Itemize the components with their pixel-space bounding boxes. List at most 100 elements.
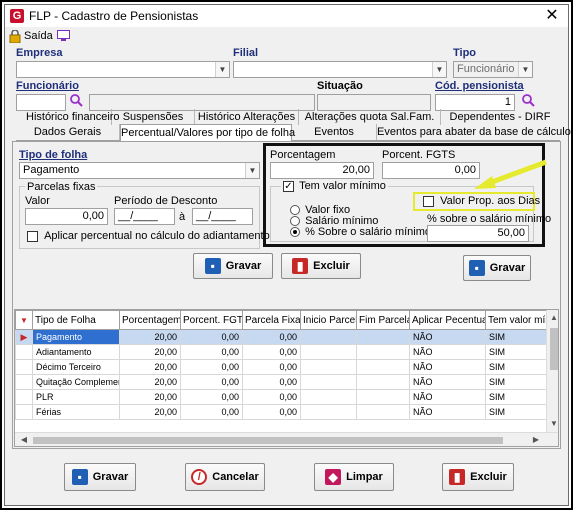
table-cell[interactable]	[356, 404, 410, 420]
tab-historico-financeiro[interactable]: Histórico financeiro	[26, 109, 120, 125]
valor-prop-dias-checkbox[interactable]	[423, 195, 434, 207]
table-cell[interactable]: NÃO	[409, 329, 486, 345]
grid-horizontal-scrollbar[interactable]: ◀ ▶	[15, 432, 558, 446]
table-cell[interactable]: 0,00	[242, 344, 301, 360]
table-cell[interactable]: NÃO	[409, 404, 486, 420]
tipo-folha-select[interactable]: Pagamento ▼	[19, 162, 260, 179]
table-cell[interactable]: SIM	[485, 359, 550, 375]
table-cell[interactable]: 20,00	[119, 344, 181, 360]
table-cell[interactable]	[356, 344, 410, 360]
table-row[interactable]: PLR 20,00 0,00 0,00 NÃO SIM	[15, 389, 550, 405]
footer-limpar-button[interactable]: ◆ Limpar	[314, 463, 394, 491]
porcent-fgts-input[interactable]: 0,00	[382, 162, 480, 179]
aplicar-percentual-checkbox[interactable]	[27, 230, 38, 242]
table-cell[interactable]	[300, 344, 357, 360]
table-cell[interactable]: Quitação Complementar	[32, 374, 120, 390]
column-header[interactable]: Tem valor mín	[485, 310, 550, 330]
search-icon[interactable]	[69, 93, 83, 107]
table-cell[interactable]	[356, 374, 410, 390]
table-cell[interactable]: 0,00	[242, 389, 301, 405]
scroll-right-icon[interactable]: ▶	[529, 433, 543, 446]
column-header[interactable]: Porcent. FGTS	[180, 310, 243, 330]
table-cell[interactable]: Pagamento	[32, 329, 120, 345]
valor-fixo-radio[interactable]	[290, 205, 300, 216]
monitor-icon[interactable]	[57, 30, 70, 41]
table-row[interactable]: Décimo Terceiro 20,00 0,00 0,00 NÃO SIM	[15, 359, 550, 375]
valor-input[interactable]: 0,00	[25, 208, 108, 225]
scroll-left-icon[interactable]: ◀	[17, 433, 31, 446]
row-indicator[interactable]	[15, 359, 33, 375]
table-cell[interactable]: 0,00	[180, 374, 243, 390]
sort-indicator-icon[interactable]: ▼	[15, 310, 33, 330]
table-cell[interactable]: NÃO	[409, 374, 486, 390]
periodo-fim-input[interactable]: __/____	[192, 208, 253, 225]
scroll-thumb[interactable]	[33, 437, 503, 444]
row-indicator[interactable]	[15, 389, 33, 405]
exit-button[interactable]: Saída	[24, 30, 53, 42]
column-header[interactable]: Inicio Parcela	[300, 310, 357, 330]
table-cell[interactable]: SIM	[485, 389, 550, 405]
filial-select[interactable]: ▼	[233, 61, 447, 78]
table-cell[interactable]: Décimo Terceiro	[32, 359, 120, 375]
title-bar[interactable]: G FLP - Cadastro de Pensionistas ✕	[5, 5, 568, 27]
tab-eventos-abater[interactable]: Eventos para abater da base de cálculo	[377, 124, 571, 140]
pct-sobre-salario-minimo-input[interactable]: 50,00	[427, 225, 529, 242]
gravar-button[interactable]: ▪ Gravar	[193, 253, 273, 279]
table-row[interactable]: Férias 20,00 0,00 0,00 NÃO SIM	[15, 404, 550, 420]
table-cell[interactable]: NÃO	[409, 389, 486, 405]
table-cell[interactable]: NÃO	[409, 344, 486, 360]
periodo-inicio-input[interactable]: __/____	[114, 208, 175, 225]
table-cell[interactable]: 0,00	[180, 329, 243, 345]
table-cell[interactable]: SIM	[485, 374, 550, 390]
table-cell[interactable]: Férias	[32, 404, 120, 420]
row-indicator[interactable]	[15, 404, 33, 420]
table-cell[interactable]	[300, 329, 357, 345]
tab-dados-gerais[interactable]: Dados Gerais	[16, 124, 120, 140]
table-cell[interactable]	[300, 404, 357, 420]
chevron-down-icon[interactable]: ▼	[245, 163, 259, 178]
footer-excluir-button[interactable]: ▮ Excluir	[442, 463, 514, 491]
scroll-thumb[interactable]	[550, 328, 558, 370]
table-row[interactable]: ▶ Pagamento 20,00 0,00 0,00 NÃO SIM	[15, 329, 550, 345]
table-cell[interactable]	[300, 374, 357, 390]
tab-alteracoes-quota[interactable]: Alterações quota Sal.Fam.	[299, 109, 441, 125]
tem-valor-minimo-checkbox[interactable]: ✓	[283, 180, 294, 192]
gravar-percentual-button[interactable]: ▪ Gravar	[463, 255, 531, 281]
row-pointer-icon[interactable]: ▶	[15, 329, 33, 345]
tab-dependentes-dirf[interactable]: Dependentes - DIRF	[441, 109, 559, 125]
table-cell[interactable]	[356, 359, 410, 375]
chevron-down-icon[interactable]: ▼	[518, 62, 532, 77]
row-indicator[interactable]	[15, 374, 33, 390]
table-cell[interactable]: 20,00	[119, 329, 181, 345]
column-header[interactable]: Tipo de Folha	[32, 310, 120, 330]
table-cell[interactable]: 20,00	[119, 404, 181, 420]
footer-cancelar-button[interactable]: / Cancelar	[185, 463, 265, 491]
table-cell[interactable]: 0,00	[180, 359, 243, 375]
table-cell[interactable]: 0,00	[242, 404, 301, 420]
table-cell[interactable]: Adiantamento	[32, 344, 120, 360]
empresa-select[interactable]: ▼	[16, 61, 230, 78]
pct-sobre-salario-radio[interactable]	[290, 227, 300, 238]
tab-eventos[interactable]: Eventos	[292, 124, 377, 140]
table-cell[interactable]: 20,00	[119, 389, 181, 405]
table-cell[interactable]: 0,00	[180, 404, 243, 420]
table-row[interactable]: Quitação Complementar20,000,000,00NÃOSIM	[15, 374, 550, 390]
table-cell[interactable]: 20,00	[119, 359, 181, 375]
column-header[interactable]: Parcela Fixa	[242, 310, 301, 330]
excluir-button[interactable]: ▮ Excluir	[281, 253, 361, 279]
tab-suspensoes[interactable]: Suspensões	[112, 109, 195, 125]
tab-percentual-valores[interactable]: Percentual/Valores por tipo de folha	[120, 124, 295, 141]
column-header[interactable]: Porcentagem	[119, 310, 181, 330]
table-cell[interactable]	[300, 389, 357, 405]
chevron-down-icon[interactable]: ▼	[432, 62, 446, 77]
row-indicator[interactable]	[15, 344, 33, 360]
table-cell[interactable]: 0,00	[180, 344, 243, 360]
footer-gravar-button[interactable]: ▪ Gravar	[64, 463, 136, 491]
tab-historico-alteracoes[interactable]: Histórico Alterações	[195, 109, 299, 125]
column-header[interactable]: Aplicar Pecentual	[409, 310, 486, 330]
porcentagem-input[interactable]: 20,00	[270, 162, 374, 179]
table-cell[interactable]	[356, 389, 410, 405]
table-cell[interactable]: PLR	[32, 389, 120, 405]
table-cell[interactable]	[356, 329, 410, 345]
close-icon[interactable]: ✕	[540, 5, 564, 27]
